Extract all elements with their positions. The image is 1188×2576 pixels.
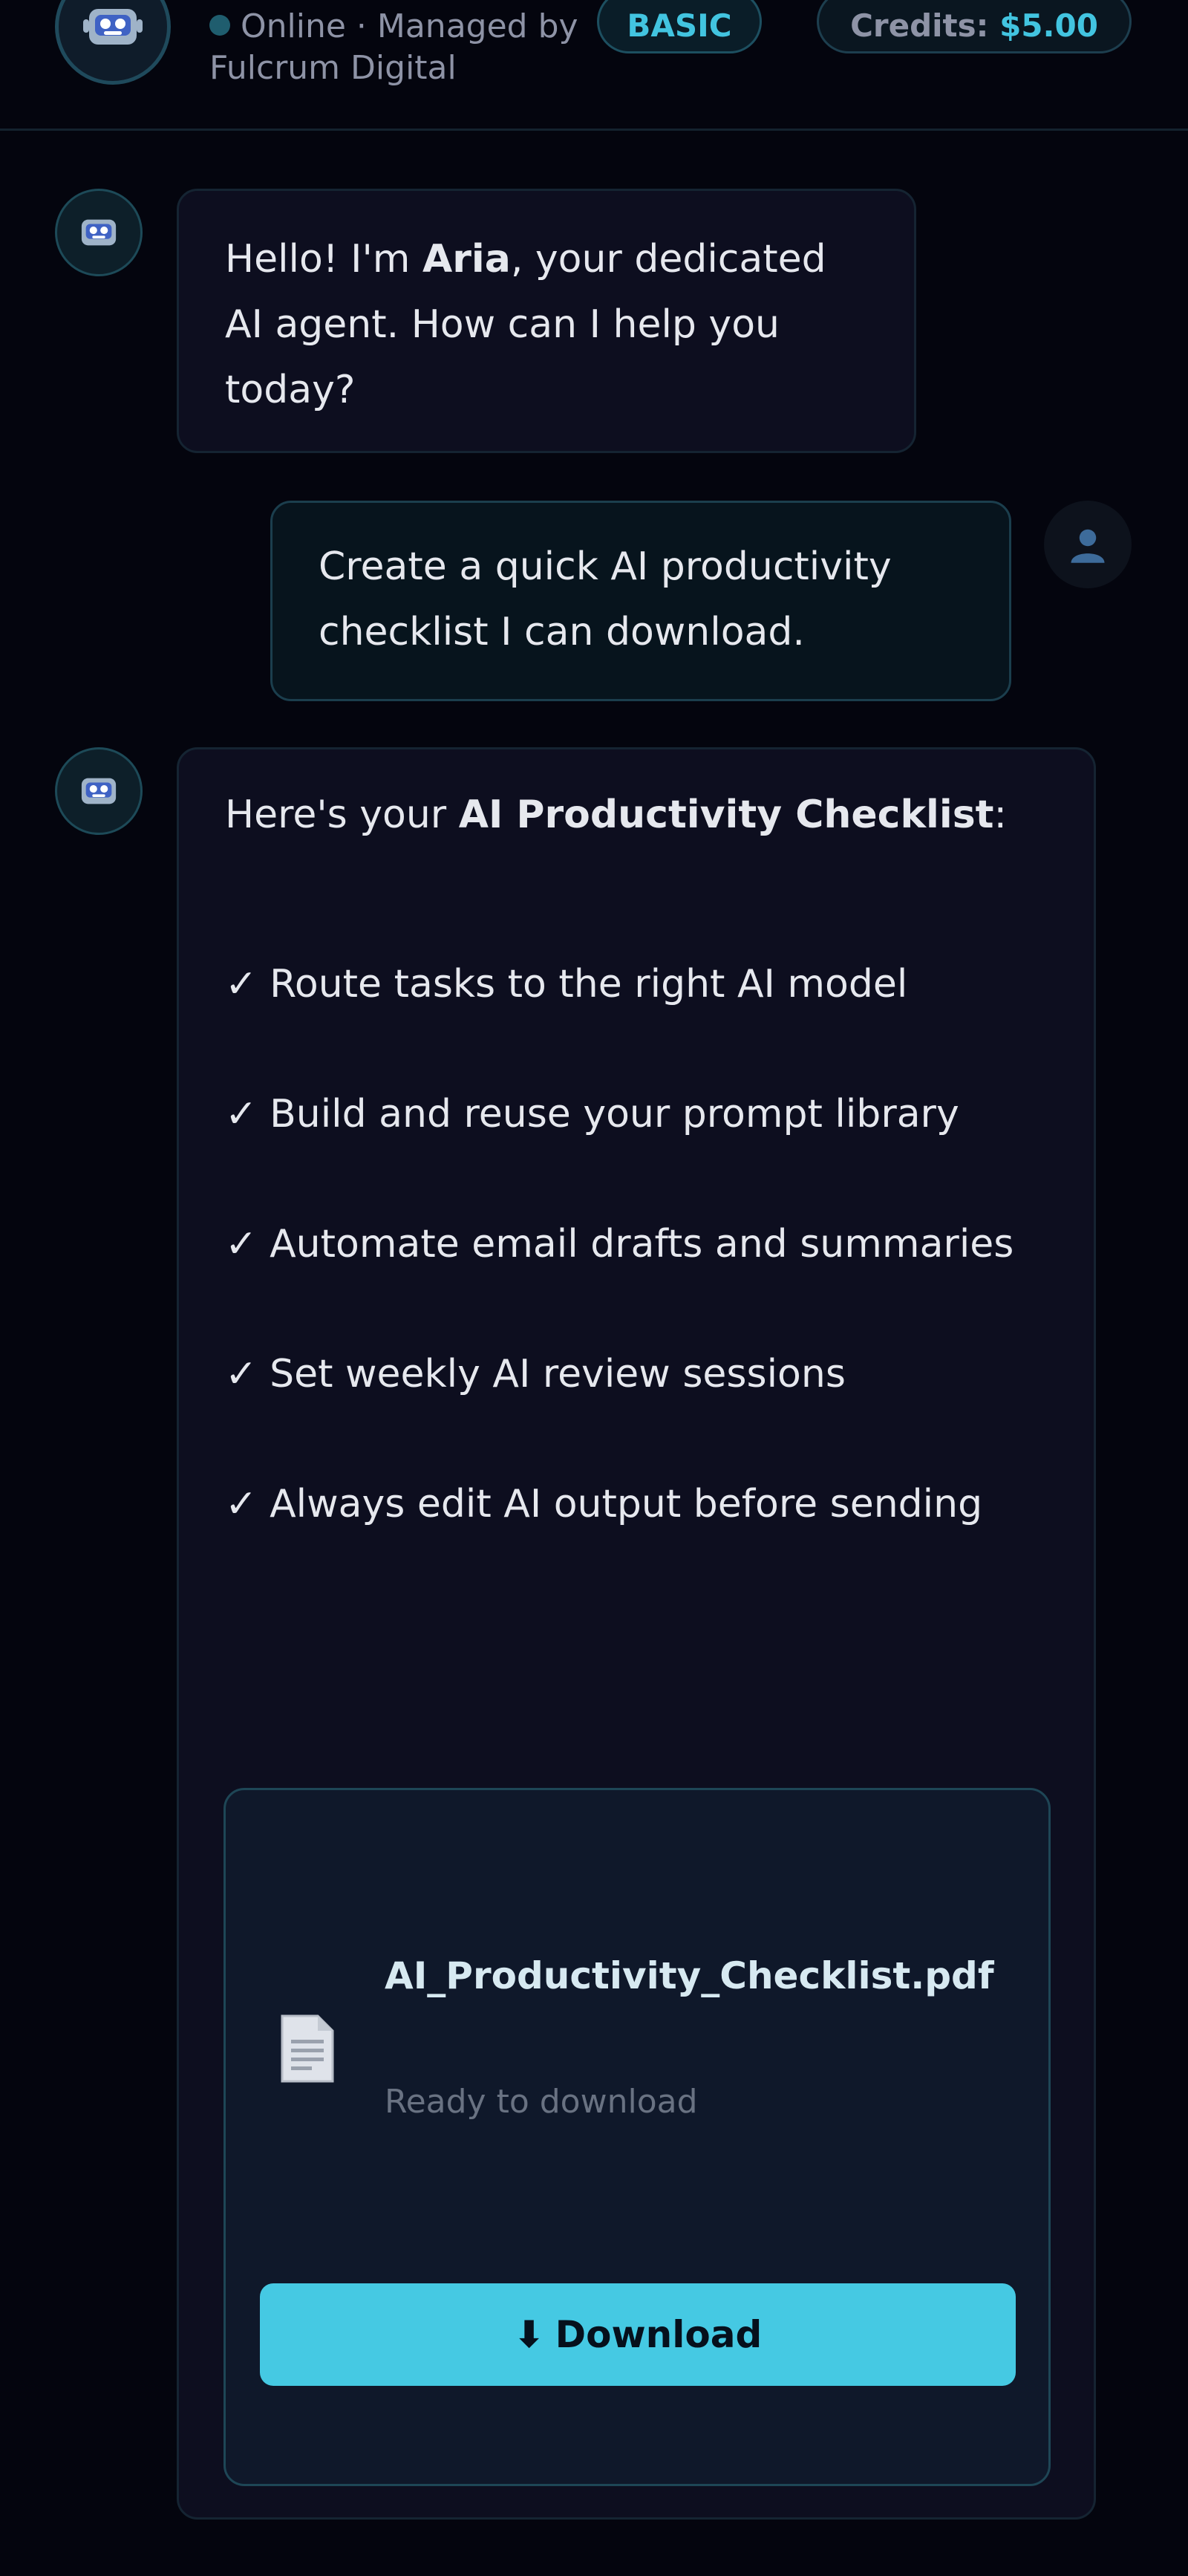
checklist: ✓ Route tasks to the right AI model ✓ Bu… [225,952,1057,1537]
chat-header: Online · Managed by Fulcrum Digital BASI… [0,0,1188,131]
plan-badge: BASIC [597,0,762,53]
file-name: AI_Productivity_Checklist.pdf [385,1954,994,1997]
checklist-item: ✓ Route tasks to the right AI model [225,962,908,1006]
bot-avatar [55,189,143,276]
robot-icon [81,219,117,246]
agent-name: Aria [422,237,511,282]
file-status: Ready to download [385,2083,698,2121]
agent-status-text: Online · Managed by Fulcrum Digital [209,7,578,87]
greeting-message: Hello! I'm Aria, your dedicated AI agent… [177,189,916,453]
user-message-text: Create a quick AI productivity checklist… [319,544,892,654]
robot-icon [83,9,143,45]
checklist-intro: Here's your AI Productivity Checklist: [225,782,1071,848]
download-icon: ⬇ [513,2313,545,2356]
checklist-intro-prefix: Here's your [225,793,459,837]
file-attachment-card: AI_Productivity_Checklist.pdf Ready to d… [223,1788,1051,2486]
checklist-intro-suffix: : [993,793,1008,837]
download-button[interactable]: ⬇ Download [260,2283,1016,2386]
checklist-item: ✓ Set weekly AI review sessions [225,1352,846,1396]
checklist-item: ✓ Always edit AI output before sending [225,1482,983,1526]
document-icon [281,2014,334,2083]
user-message: Create a quick AI productivity checklist… [270,501,1011,701]
checklist-item: ✓ Automate email drafts and summaries [225,1222,1014,1266]
user-icon [1071,529,1105,563]
credits-badge: Credits: $5.00 [817,0,1132,53]
credits-value: $5.00 [999,7,1098,44]
user-avatar [1044,501,1132,588]
checklist-item: ✓ Build and reuse your prompt library [225,1092,959,1136]
checklist-message: Here's your AI Productivity Checklist: ✓… [177,747,1096,2520]
agent-status: Online · Managed by Fulcrum Digital [209,6,581,89]
agent-avatar [55,0,171,85]
greeting-prefix: Hello! I'm [225,237,422,282]
checklist-title: AI Productivity Checklist [458,793,994,837]
credits-label: Credits: [850,7,989,44]
robot-icon [81,778,117,804]
download-label: Download [555,2313,763,2356]
bot-avatar [55,747,143,835]
status-dot [209,15,230,36]
